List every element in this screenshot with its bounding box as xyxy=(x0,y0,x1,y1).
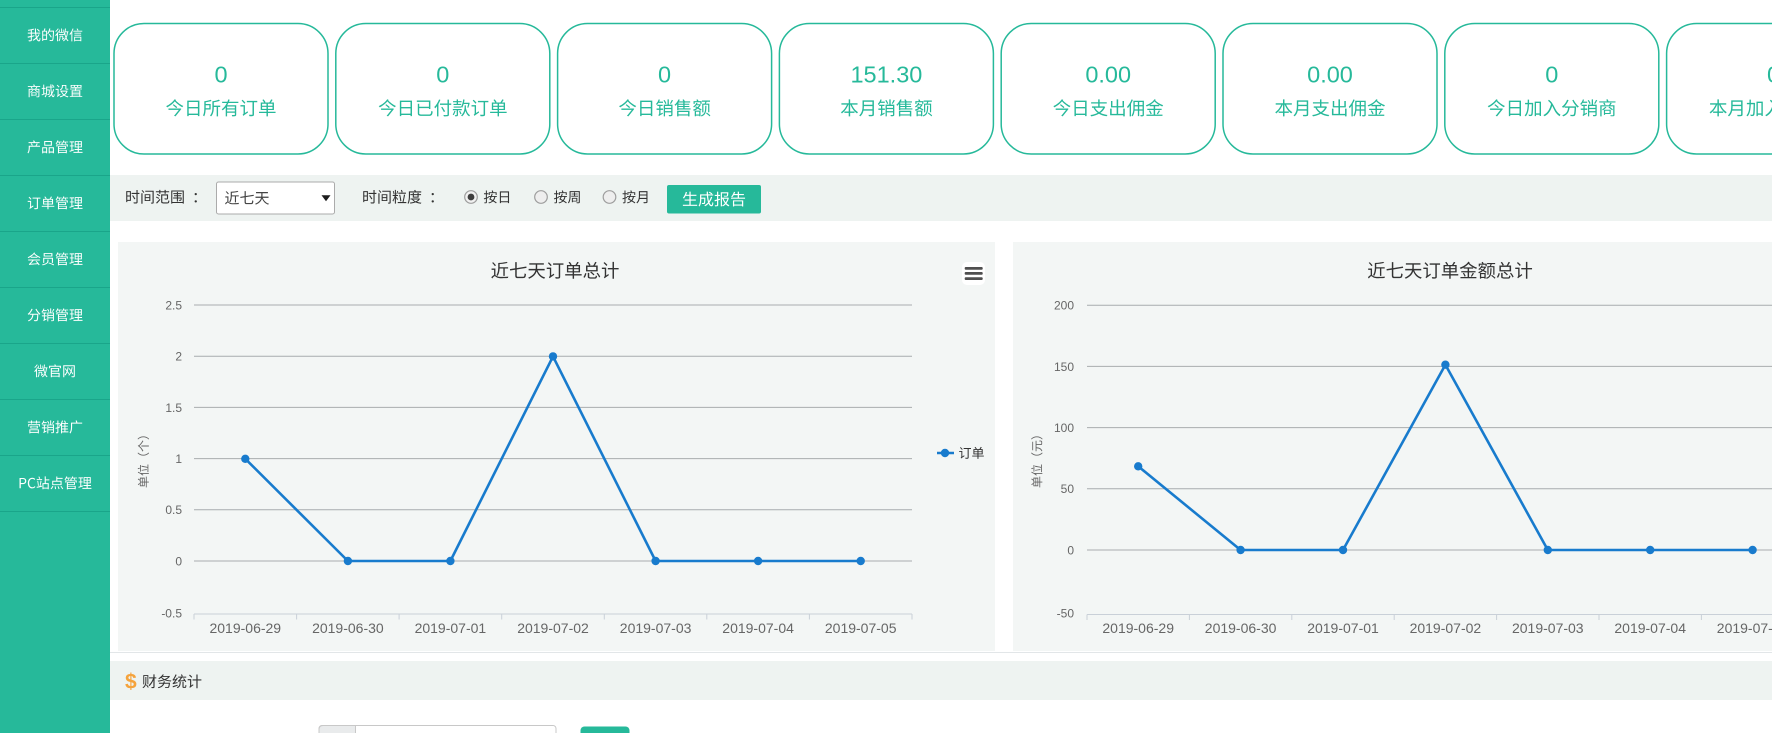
svg-text:0.00: 0.00 xyxy=(1085,62,1131,88)
svg-text:1: 1 xyxy=(175,452,182,466)
svg-text:-50: -50 xyxy=(1057,606,1075,620)
svg-text:200: 200 xyxy=(1054,299,1074,313)
svg-text:2019-07-03: 2019-07-03 xyxy=(1512,620,1584,636)
svg-text:0: 0 xyxy=(658,62,671,88)
svg-text:151.30: 151.30 xyxy=(850,62,922,88)
svg-text:$: $ xyxy=(125,671,137,694)
svg-text:2019-07-02: 2019-07-02 xyxy=(517,620,589,636)
svg-text:2019-06-30: 2019-06-30 xyxy=(1205,620,1277,636)
svg-text:0.00: 0.00 xyxy=(1307,62,1353,88)
svg-text:2019-06-29: 2019-06-29 xyxy=(1102,620,1174,636)
svg-text:0: 0 xyxy=(1545,62,1558,88)
svg-text:2: 2 xyxy=(175,350,182,364)
svg-text:-0.5: -0.5 xyxy=(161,606,182,620)
svg-text:2019-06-29: 2019-06-29 xyxy=(209,620,281,636)
svg-text:2019-07-05: 2019-07-05 xyxy=(825,620,897,636)
svg-text:0: 0 xyxy=(436,62,449,88)
svg-text:2019-06-30: 2019-06-30 xyxy=(312,620,384,636)
svg-text:0: 0 xyxy=(214,62,227,88)
svg-text:2019-07-04: 2019-07-04 xyxy=(1614,620,1686,636)
svg-text:0.5: 0.5 xyxy=(165,503,182,517)
svg-text:2019-07-05: 2019-07-05 xyxy=(1717,620,1772,636)
svg-text:2019-07-01: 2019-07-01 xyxy=(415,620,487,636)
svg-text:2019-07-04: 2019-07-04 xyxy=(722,620,794,636)
svg-text:2019-07-02: 2019-07-02 xyxy=(1410,620,1482,636)
svg-text:150: 150 xyxy=(1054,360,1074,374)
svg-text:0: 0 xyxy=(1067,543,1074,557)
svg-text:100: 100 xyxy=(1054,421,1074,435)
svg-text:2019-07-03: 2019-07-03 xyxy=(620,620,692,636)
svg-text:1.5: 1.5 xyxy=(165,401,182,415)
svg-text:2.5: 2.5 xyxy=(165,298,182,312)
svg-text:2019-07-01: 2019-07-01 xyxy=(1307,620,1379,636)
svg-text:0: 0 xyxy=(1767,62,1772,88)
svg-text:0: 0 xyxy=(175,554,182,568)
svg-text:50: 50 xyxy=(1061,482,1075,496)
